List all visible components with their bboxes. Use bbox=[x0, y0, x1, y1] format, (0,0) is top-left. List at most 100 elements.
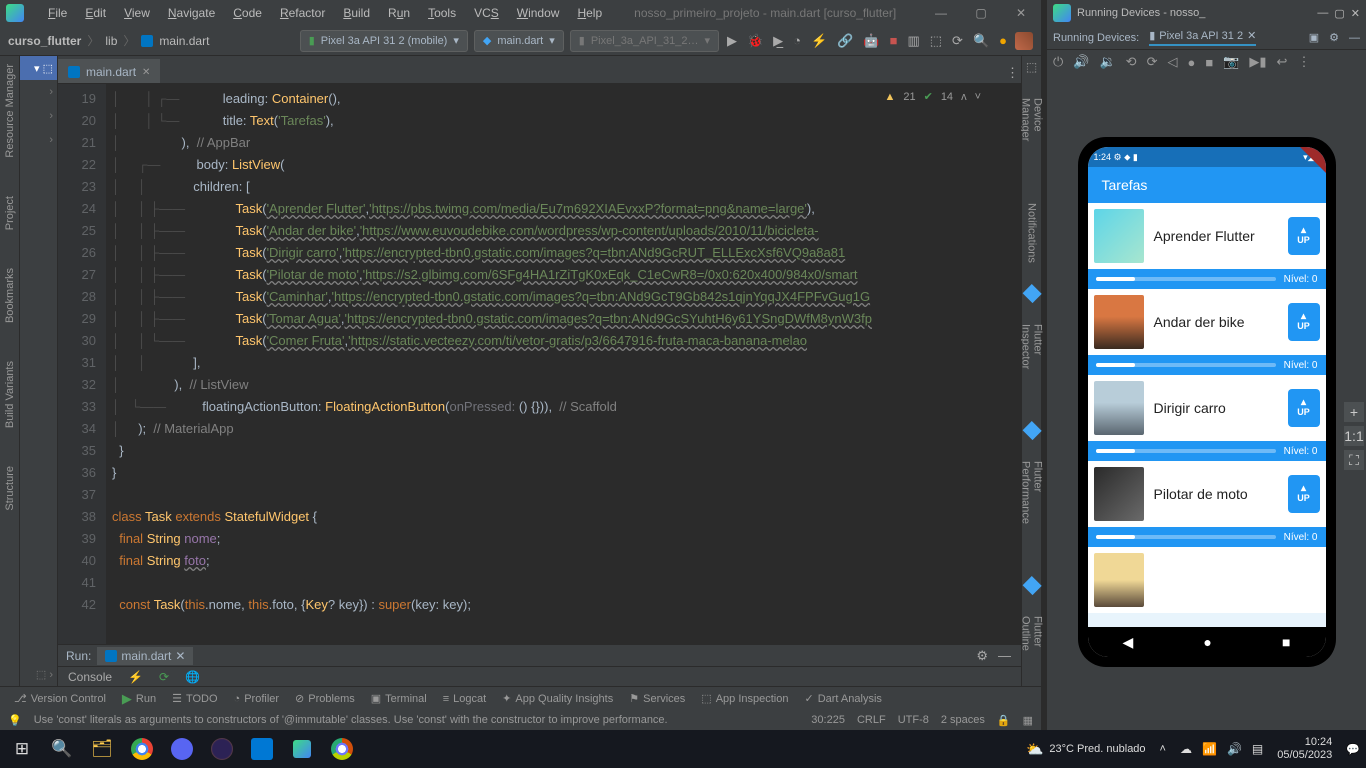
snapshots-icon[interactable]: ↩ bbox=[1277, 54, 1288, 70]
up-button[interactable]: UP bbox=[1288, 475, 1320, 513]
caret-position[interactable]: 30:225 bbox=[811, 714, 845, 726]
console-tab[interactable]: Console bbox=[68, 670, 112, 684]
vol-up-icon[interactable]: 🔊 bbox=[1073, 54, 1089, 70]
app-quality-tab[interactable]: ✦ App Quality Insights bbox=[496, 690, 619, 707]
resource-manager-tab[interactable]: Resource Manager bbox=[4, 60, 16, 162]
start-icon[interactable]: ⊞ bbox=[6, 733, 38, 765]
version-control-tab[interactable]: ⎇ Version Control bbox=[8, 690, 112, 707]
run-tab[interactable]: ▶ Run bbox=[116, 689, 162, 709]
sync-icon[interactable]: ⟳ bbox=[950, 31, 965, 51]
menu-edit[interactable]: Edit bbox=[77, 4, 114, 22]
widget-icon[interactable]: ▦ bbox=[1023, 714, 1033, 727]
overview-icon[interactable]: ■ bbox=[1205, 55, 1213, 70]
terminal-tab[interactable]: ▣ Terminal bbox=[365, 690, 433, 707]
structure-tab[interactable]: Structure bbox=[4, 462, 16, 515]
dart-analysis-tab[interactable]: ✓ Dart Analysis bbox=[798, 690, 887, 707]
problems-tab[interactable]: ⊘ Problems bbox=[289, 690, 361, 707]
emulator-selector[interactable]: ▮Pixel_3a_API_31_2…▾ bbox=[570, 30, 719, 52]
run-icon[interactable]: ▶ bbox=[725, 31, 739, 51]
coverage-icon[interactable]: ▶̲ bbox=[771, 31, 785, 51]
gear-icon[interactable]: ⚙ bbox=[974, 646, 990, 666]
flash-icon[interactable]: ⚡ bbox=[128, 670, 143, 684]
new-window-icon[interactable]: ▣ bbox=[1309, 31, 1319, 44]
flutter-inspector-tab[interactable]: Flutter Inspector bbox=[1020, 320, 1044, 404]
indent-setting[interactable]: 2 spaces bbox=[941, 714, 985, 726]
home-icon[interactable]: ● bbox=[1187, 55, 1195, 70]
profile-icon[interactable]: ◔ bbox=[791, 31, 803, 50]
services-tab[interactable]: ⚑ Services bbox=[623, 690, 691, 707]
volume-icon[interactable]: 🔊 bbox=[1227, 742, 1242, 756]
nav-overview-icon[interactable]: ■ bbox=[1282, 634, 1290, 650]
language-icon[interactable]: ▤ bbox=[1252, 742, 1263, 756]
hot-reload-icon[interactable]: ⚡ bbox=[809, 31, 829, 51]
search-icon[interactable]: 🔍 bbox=[971, 31, 991, 51]
hide-icon[interactable]: — bbox=[1349, 32, 1360, 44]
user-avatar[interactable] bbox=[1015, 32, 1033, 50]
menu-refactor[interactable]: Refactor bbox=[272, 4, 333, 22]
menu-tools[interactable]: Tools bbox=[420, 4, 464, 22]
eclipse-icon[interactable] bbox=[206, 733, 238, 765]
menu-window[interactable]: Window bbox=[509, 4, 568, 22]
menu-navigate[interactable]: Navigate bbox=[160, 4, 223, 22]
settings-icon[interactable]: ● bbox=[997, 31, 1009, 50]
close-icon[interactable]: ✕ bbox=[1001, 0, 1041, 26]
tray-expand-icon[interactable]: ˄ bbox=[1160, 743, 1166, 755]
notifications-icon[interactable]: 💬 bbox=[1346, 743, 1360, 756]
minimize-icon[interactable]: — bbox=[1317, 7, 1328, 19]
rotate-right-icon[interactable]: ⟳ bbox=[1147, 54, 1158, 70]
more-icon[interactable]: ⋮ bbox=[1297, 54, 1310, 70]
minimize-icon[interactable]: — bbox=[921, 0, 961, 26]
device-tab[interactable]: ▮Pixel 3a API 31 2✕ bbox=[1149, 29, 1256, 46]
discord-icon[interactable] bbox=[166, 733, 198, 765]
close-icon[interactable]: ✕ bbox=[1351, 7, 1360, 20]
bulb-icon[interactable]: 💡 bbox=[8, 714, 22, 727]
lock-icon[interactable]: 🔒 bbox=[997, 714, 1011, 727]
line-separator[interactable]: CRLF bbox=[857, 714, 886, 726]
hot-restart-icon[interactable]: ⟳ bbox=[159, 670, 169, 684]
record-icon[interactable]: ▶▮ bbox=[1249, 54, 1266, 70]
menu-help[interactable]: Help bbox=[569, 4, 610, 22]
flutter-outline-tab[interactable]: Flutter Outline bbox=[1020, 612, 1044, 686]
android-studio-taskbar-icon[interactable] bbox=[286, 733, 318, 765]
stop-icon[interactable]: ■ bbox=[888, 31, 900, 50]
flutter-icon[interactable] bbox=[1022, 576, 1041, 595]
explorer-icon[interactable]: 🗂 bbox=[86, 733, 118, 765]
maximize-icon[interactable]: ▢ bbox=[961, 0, 1001, 26]
run-process-tab[interactable]: main.dart✕ bbox=[97, 647, 193, 665]
attach-icon[interactable]: 🔗 bbox=[835, 31, 855, 51]
zoom-in-icon[interactable]: + bbox=[1344, 402, 1364, 422]
sdk-icon[interactable]: ⬚ bbox=[928, 31, 944, 51]
run-config-selector[interactable]: ◆main.dart▾ bbox=[474, 30, 564, 52]
logcat-tab[interactable]: ≡ Logcat bbox=[437, 691, 492, 707]
nav-home-icon[interactable]: ● bbox=[1203, 634, 1211, 650]
screenshot-icon[interactable]: 📷 bbox=[1223, 54, 1239, 70]
gear-icon[interactable]: ⚙ bbox=[1329, 31, 1339, 44]
avd-icon[interactable]: ▥ bbox=[905, 31, 921, 51]
debug-icon[interactable]: 🐞 bbox=[745, 31, 765, 51]
code-editor[interactable]: ▲21 ✔14 ʌ˅ 19202122232425262728293031323… bbox=[58, 84, 1021, 644]
maximize-icon[interactable]: ▢ bbox=[1334, 7, 1344, 20]
vol-down-icon[interactable]: 🔉 bbox=[1099, 54, 1115, 70]
notifications-tab[interactable]: Notifications bbox=[1026, 199, 1038, 267]
editor-tab-main[interactable]: main.dart ✕ bbox=[58, 59, 160, 83]
close-tab-icon[interactable]: ✕ bbox=[142, 67, 150, 78]
hide-icon[interactable]: — bbox=[996, 646, 1013, 665]
device-screen[interactable]: 1:24 ⚙ ⬥ ▮ ▾◢▮ Tarefas Aprender FlutterU… bbox=[1088, 147, 1326, 657]
rotate-left-icon[interactable]: ⟲ bbox=[1126, 54, 1137, 70]
android-icon[interactable]: 🤖 bbox=[861, 31, 881, 51]
zoom-reset-icon[interactable]: 1:1 bbox=[1344, 426, 1364, 446]
chrome-canary-icon[interactable] bbox=[326, 733, 358, 765]
task-list[interactable]: Aprender FlutterUP Nível: 0 Andar der bi… bbox=[1088, 203, 1326, 627]
weather-widget[interactable]: ⛅ 23°C Pred. nublado bbox=[1026, 741, 1146, 758]
profiler-tab[interactable]: ◔ Profiler bbox=[228, 691, 286, 707]
flutter-icon[interactable] bbox=[1022, 421, 1041, 440]
file-encoding[interactable]: UTF-8 bbox=[898, 714, 929, 726]
tab-menu-icon[interactable]: ⋮ bbox=[1004, 63, 1021, 83]
bookmarks-tab[interactable]: Bookmarks bbox=[4, 264, 16, 327]
chrome-icon[interactable] bbox=[126, 733, 158, 765]
power-icon[interactable]: ⏻ bbox=[1053, 54, 1063, 70]
onedrive-icon[interactable]: ☁ bbox=[1180, 742, 1192, 756]
vscode-icon[interactable] bbox=[246, 733, 278, 765]
search-icon[interactable]: 🔍 bbox=[46, 733, 78, 765]
todo-tab[interactable]: ☰ TODO bbox=[166, 690, 223, 707]
